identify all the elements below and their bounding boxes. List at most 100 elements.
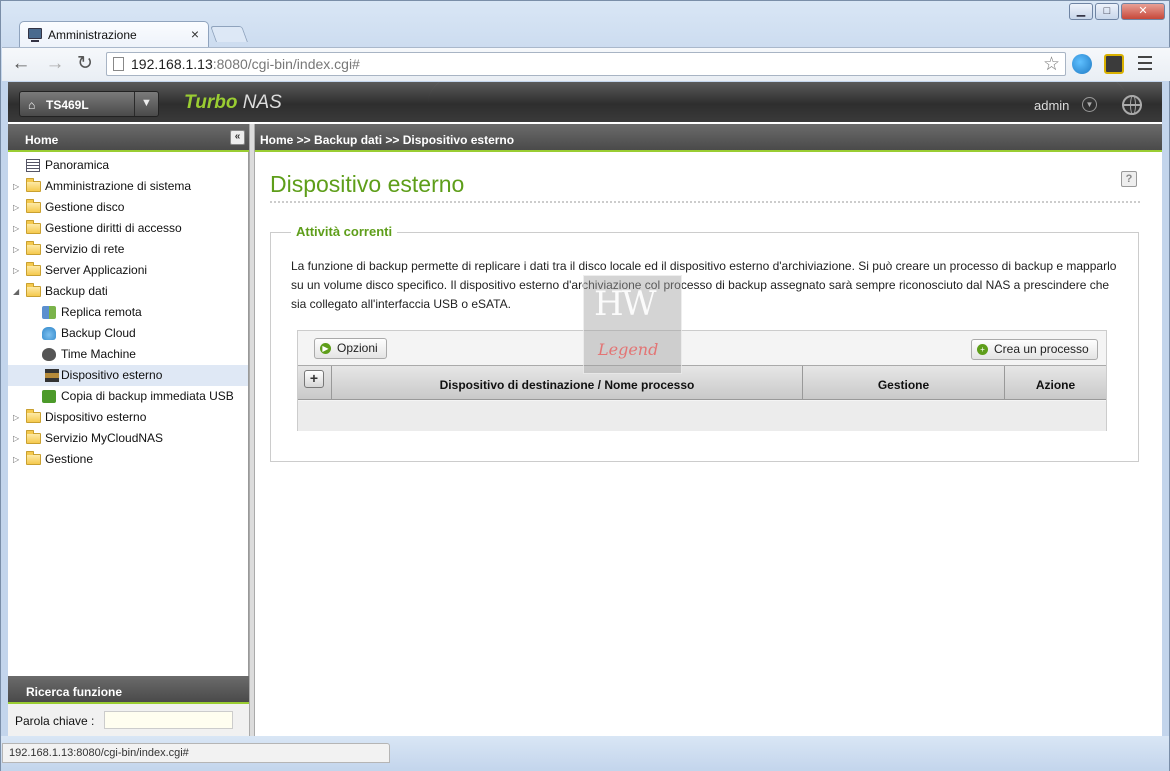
tab-title: Amministrazione bbox=[48, 28, 137, 42]
back-arrow-icon[interactable]: ← bbox=[10, 53, 32, 75]
sidebar-item-label: Copia di backup immediata USB bbox=[61, 389, 234, 403]
create-job-button-label: Crea un processo bbox=[994, 342, 1089, 356]
collapse-icon[interactable]: ◢ bbox=[13, 281, 19, 302]
sidebar-item-label: Time Machine bbox=[61, 347, 136, 361]
expand-icon[interactable]: ▷ bbox=[13, 218, 19, 239]
expand-icon[interactable]: ▷ bbox=[13, 239, 19, 260]
folder-icon bbox=[26, 220, 41, 234]
collapse-sidebar-icon[interactable]: « bbox=[230, 130, 245, 145]
help-icon[interactable]: ? bbox=[1121, 171, 1137, 187]
sidebar-item-backup-cloud[interactable]: Backup Cloud bbox=[8, 323, 248, 344]
sidebar-item-backup-dati[interactable]: ◢ Backup dati bbox=[8, 281, 248, 302]
extension-icon[interactable] bbox=[1104, 54, 1124, 74]
maximize-button[interactable]: □ bbox=[1095, 3, 1119, 20]
expand-all-plus-icon[interactable]: + bbox=[304, 370, 324, 388]
sidebar-item-dispositivo-esterno-selected[interactable]: Dispositivo esterno bbox=[8, 365, 248, 386]
column-header-action[interactable]: Azione bbox=[1004, 366, 1106, 399]
sidebar-item-label: Server Applicazioni bbox=[45, 263, 148, 277]
backup-jobs-grid: ▶ Opzioni + Crea un processo + Dispositi… bbox=[297, 330, 1107, 431]
browser-tab[interactable]: Amministrazione × bbox=[19, 21, 209, 47]
status-bar: 192.168.1.13:8080/cgi-bin/index.cgi# bbox=[2, 743, 390, 763]
column-header-management[interactable]: Gestione bbox=[802, 366, 1004, 399]
search-panel-header: Ricerca funzione bbox=[8, 676, 249, 704]
user-name[interactable]: admin bbox=[1034, 98, 1069, 113]
sidebar-item-server-applicazioni[interactable]: ▷ Server Applicazioni bbox=[8, 260, 248, 281]
folder-open-icon bbox=[26, 283, 41, 297]
expand-icon[interactable]: ▷ bbox=[13, 197, 19, 218]
options-button[interactable]: ▶ Opzioni bbox=[314, 338, 387, 359]
sidebar: Home « Panoramica ▷ Amministrazione di s… bbox=[8, 124, 249, 736]
add-circle-icon: + bbox=[977, 344, 988, 355]
window-controls: ▁ □ ✕ bbox=[1069, 3, 1165, 20]
main-content: Dispositivo esterno ? Attività correnti … bbox=[255, 152, 1162, 736]
usb-device-icon bbox=[45, 369, 59, 382]
reload-icon[interactable]: ↻ bbox=[74, 53, 96, 75]
home-icon: ⌂ bbox=[28, 98, 36, 112]
usb-copy-icon bbox=[42, 390, 56, 403]
breadcrumb-bar: Home >> Backup dati >> Dispositivo ester… bbox=[255, 124, 1162, 152]
sidebar-item-gestione[interactable]: ▷ Gestione bbox=[8, 449, 248, 470]
sidebar-item-label: Gestione bbox=[45, 452, 94, 466]
keyword-input[interactable] bbox=[104, 711, 233, 729]
cloud-icon bbox=[42, 327, 56, 340]
watermark-subtext: Legend bbox=[598, 340, 659, 359]
folder-icon bbox=[26, 178, 41, 192]
chevron-down-icon[interactable]: ▼ bbox=[141, 97, 152, 109]
address-url: 192.168.1.13:8080/cgi-bin/index.cgi# bbox=[131, 56, 360, 72]
folder-icon bbox=[26, 451, 41, 465]
expand-icon[interactable]: ▷ bbox=[13, 407, 19, 428]
replication-icon bbox=[42, 306, 56, 319]
sidebar-item-panoramica[interactable]: Panoramica bbox=[8, 155, 248, 176]
expand-icon[interactable]: ▷ bbox=[13, 176, 19, 197]
sidebar-item-label: Panoramica bbox=[45, 158, 110, 172]
tab-close-icon[interactable]: × bbox=[191, 26, 199, 42]
user-menu-chevron-icon[interactable]: ▼ bbox=[1082, 97, 1097, 112]
bookmark-star-icon[interactable]: ☆ bbox=[1043, 53, 1060, 76]
watermark-text: HW bbox=[594, 284, 657, 324]
device-name: TS469L bbox=[46, 98, 89, 112]
sidebar-item-diritti-accesso[interactable]: ▷ Gestione diritti di accesso bbox=[8, 218, 248, 239]
sidebar-item-replica-remota[interactable]: Replica remota bbox=[8, 302, 248, 323]
menu-icon[interactable] bbox=[1138, 56, 1152, 74]
sidebar-item-label: Gestione diritti di accesso bbox=[45, 221, 182, 235]
create-job-button[interactable]: + Crea un processo bbox=[971, 339, 1098, 360]
language-globe-icon[interactable] bbox=[1122, 95, 1142, 115]
section-title: Attività correnti bbox=[291, 224, 398, 239]
sidebar-item-mycloudnas[interactable]: ▷ Servizio MyCloudNAS bbox=[8, 428, 248, 449]
sidebar-item-time-machine[interactable]: Time Machine bbox=[8, 344, 248, 365]
browser-toolbar: ← → ↻ 192.168.1.13:8080/cgi-bin/index.cg… bbox=[2, 47, 1170, 81]
expand-icon[interactable]: ▷ bbox=[13, 449, 19, 470]
sidebar-item-label: Amministrazione di sistema bbox=[45, 179, 192, 193]
function-search-panel: Ricerca funzione Parola chiave : bbox=[8, 676, 249, 736]
table-header: + Dispositivo di destinazione / Nome pro… bbox=[298, 365, 1106, 400]
sidebar-item-gestione-disco[interactable]: ▷ Gestione disco bbox=[8, 197, 248, 218]
sidebar-item-copia-usb[interactable]: Copia di backup immediata USB bbox=[8, 386, 248, 407]
sidebar-item-label: Replica remota bbox=[61, 305, 142, 319]
address-bar[interactable]: 192.168.1.13:8080/cgi-bin/index.cgi# ☆ bbox=[106, 52, 1066, 76]
keyword-label: Parola chiave : bbox=[15, 714, 95, 728]
folder-icon bbox=[26, 241, 41, 255]
section-description: La funzione di backup permette di replic… bbox=[291, 259, 1117, 311]
watermark-logo: HW Legend bbox=[583, 275, 682, 374]
divider bbox=[134, 92, 135, 116]
skype-extension-icon[interactable] bbox=[1072, 54, 1092, 74]
expand-icon[interactable]: ▷ bbox=[13, 428, 19, 449]
overview-icon bbox=[26, 159, 40, 172]
sidebar-item-label: Dispositivo esterno bbox=[45, 410, 147, 424]
table-empty-row bbox=[298, 401, 1106, 431]
sidebar-item-dispositivo-esterno[interactable]: ▷ Dispositivo esterno bbox=[8, 407, 248, 428]
expand-icon[interactable]: ▷ bbox=[13, 260, 19, 281]
minimize-button[interactable]: ▁ bbox=[1069, 3, 1093, 20]
nas-header: ⌂ TS469L ▼ Turbo NAS admin ▼ bbox=[8, 82, 1162, 122]
page-icon bbox=[113, 57, 124, 71]
apple-icon bbox=[42, 348, 56, 361]
column-header-destination[interactable]: Dispositivo di destinazione / Nome proce… bbox=[331, 366, 802, 399]
sidebar-item-servizio-rete[interactable]: ▷ Servizio di rete bbox=[8, 239, 248, 260]
close-window-button[interactable]: ✕ bbox=[1121, 3, 1165, 20]
new-tab-button[interactable] bbox=[210, 26, 248, 42]
header-decoration bbox=[428, 82, 1128, 122]
forward-arrow-icon[interactable]: → bbox=[44, 53, 66, 75]
sidebar-item-label: Backup Cloud bbox=[61, 326, 136, 340]
device-selector[interactable]: ⌂ TS469L ▼ bbox=[19, 91, 159, 117]
sidebar-item-amministrazione[interactable]: ▷ Amministrazione di sistema bbox=[8, 176, 248, 197]
